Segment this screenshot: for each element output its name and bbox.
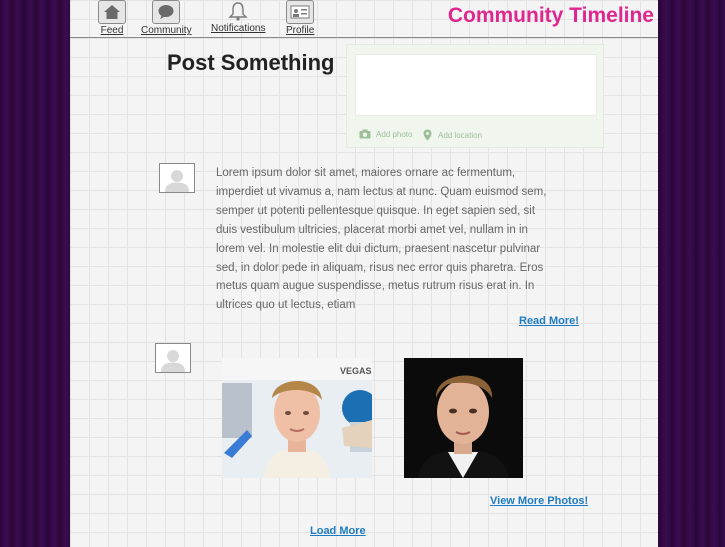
profile-card-icon <box>286 0 315 24</box>
add-location-button[interactable]: Add location <box>423 129 482 141</box>
nav-feed-label: Feed <box>100 25 124 36</box>
post-photo[interactable] <box>404 358 523 478</box>
post-composer: Add photo Add location <box>346 44 604 148</box>
add-location-label: Add location <box>438 130 483 140</box>
avatar[interactable] <box>155 343 191 373</box>
user-silhouette-icon <box>161 350 185 372</box>
post-photo[interactable]: VEGAS <box>222 358 372 478</box>
post-something-heading: Post Something <box>167 50 335 75</box>
nav-profile-label: Profile <box>286 25 315 36</box>
home-icon <box>98 0 126 24</box>
nav-community[interactable]: Community <box>141 0 192 36</box>
brand-title: Community Timeline <box>447 4 654 27</box>
timeline-page: Feed Community Notifications Profile Com… <box>70 0 658 547</box>
top-nav: Feed Community Notifications Profile Com… <box>70 0 658 38</box>
bell-icon <box>225 0 251 22</box>
avatar[interactable] <box>159 163 195 193</box>
user-silhouette-icon <box>165 170 189 192</box>
camera-icon <box>359 129 371 139</box>
add-photo-label: Add photo <box>376 129 413 139</box>
nav-feed[interactable]: Feed <box>98 0 126 36</box>
nav-profile[interactable]: Profile <box>286 0 314 36</box>
load-more-link[interactable]: Load More <box>310 525 366 537</box>
location-pin-icon <box>423 129 432 141</box>
photo-backdrop-text: VEGAS <box>340 366 372 376</box>
nav-notifications-label: Notifications <box>211 23 266 34</box>
nav-notifications[interactable]: Notifications <box>211 0 265 34</box>
chat-icon <box>152 0 181 24</box>
view-more-photos-link[interactable]: View More Photos! <box>490 495 588 507</box>
post-input[interactable] <box>355 54 597 116</box>
add-photo-button[interactable]: Add photo <box>359 129 412 139</box>
post-body-text: Lorem ipsum dolor sit amet, maiores orna… <box>216 167 547 312</box>
read-more-link[interactable]: Read More! <box>519 315 579 327</box>
nav-community-label: Community <box>141 25 192 36</box>
